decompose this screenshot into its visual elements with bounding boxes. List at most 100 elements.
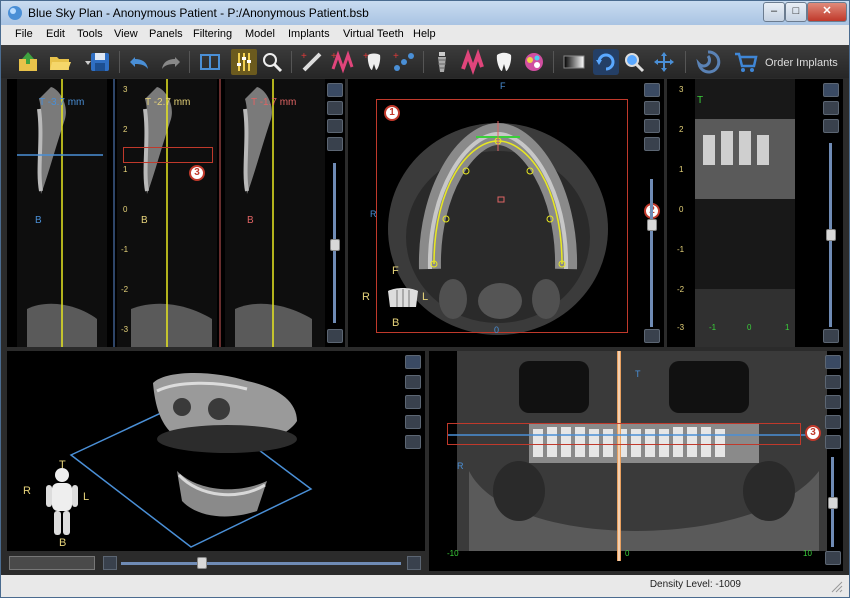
contrast-icon[interactable] (561, 49, 587, 75)
axial-origin-label: 0 (494, 325, 500, 335)
menu-file[interactable]: File (15, 28, 33, 40)
panoramic-slider-handle[interactable] (828, 497, 838, 509)
bone-view-button[interactable] (825, 395, 841, 409)
order-implants-link[interactable]: Order Implants (765, 57, 838, 69)
save-icon[interactable] (87, 49, 113, 75)
new-project-icon[interactable] (15, 49, 41, 75)
nerve-canal-icon[interactable] (459, 49, 485, 75)
menu-help[interactable]: Help (413, 28, 436, 40)
ruler-tick: 3 (123, 85, 128, 94)
coronal-slider-handle[interactable] (826, 229, 836, 241)
pan-icon[interactable] (651, 49, 677, 75)
add-tooth-icon[interactable]: + (361, 49, 387, 75)
panel-option-button[interactable] (644, 329, 660, 343)
zoom-icon[interactable] (621, 49, 647, 75)
tooth-view-button[interactable] (405, 435, 421, 449)
panel-option-button[interactable] (825, 355, 841, 369)
ruler-tick: 1 (123, 165, 128, 174)
menu-edit[interactable]: Edit (46, 28, 65, 40)
resize-grip-icon[interactable] (831, 581, 843, 593)
toolbar-separator (189, 51, 190, 73)
orient-right-label: R (362, 291, 370, 303)
bone-view-button[interactable] (405, 415, 421, 429)
panel-option-button[interactable] (823, 83, 839, 97)
tooth-icon[interactable] (491, 49, 517, 75)
render-preset-dropdown[interactable] (9, 556, 95, 570)
implant-icon[interactable] (429, 49, 455, 75)
toolbar-separator (119, 51, 120, 73)
panel-option-button[interactable] (644, 101, 660, 115)
3d-slider-handle[interactable] (197, 557, 207, 569)
close-button[interactable]: ✕ (807, 2, 847, 22)
draw-curve-icon[interactable]: + (329, 49, 355, 75)
callout-marker: 3 (805, 425, 821, 441)
open-recent-chevron-icon[interactable] (75, 49, 91, 75)
measure-tool-icon[interactable]: + (299, 49, 325, 75)
skull-view-button[interactable] (405, 395, 421, 409)
panoramic-view-panel[interactable]: 3 T R -10 0 10 (429, 351, 843, 571)
panel-option-button[interactable] (405, 355, 421, 369)
minimize-button[interactable]: – (763, 2, 785, 22)
panel-option-button[interactable] (823, 119, 839, 133)
3d-bottom-controls (9, 556, 421, 570)
panoramic-x-tick: 0 (625, 549, 630, 558)
panel-option-button[interactable] (327, 329, 343, 343)
menu-model[interactable]: Model (245, 28, 275, 40)
virtual-teeth-icon[interactable] (521, 49, 547, 75)
menu-filtering[interactable]: Filtering (193, 28, 232, 40)
panel-option-button[interactable] (825, 375, 841, 389)
section-1-label: T -3.7 mm (39, 97, 85, 108)
axial-view-panel[interactable]: 1 F R F R L B 0 2 (348, 79, 664, 347)
open-folder-icon[interactable] (47, 49, 73, 75)
panel-option-button[interactable] (825, 435, 841, 449)
menu-virtual-teeth[interactable]: Virtual Teeth (343, 28, 404, 40)
tooth-view-button[interactable] (644, 137, 660, 151)
slice-slider-handle[interactable] (330, 239, 340, 251)
panel-option-button[interactable] (327, 101, 343, 115)
shopping-cart-icon[interactable] (733, 49, 759, 75)
nerve-points-icon[interactable]: + (391, 49, 417, 75)
menu-tools[interactable]: Tools (77, 28, 103, 40)
panel-option-button[interactable] (825, 551, 841, 565)
panoramic-right-label: R (457, 461, 464, 471)
coronal-ruler-tick: -2 (677, 285, 685, 294)
panoramic-x-tick: -10 (447, 549, 459, 558)
3d-bottom-label: B (59, 537, 67, 549)
maximize-button[interactable]: □ (785, 2, 807, 22)
tooth-view-button[interactable] (825, 415, 841, 429)
callout-marker: 1 (384, 105, 400, 121)
redo-icon[interactable] (157, 49, 183, 75)
ruler-tick: 0 (123, 205, 128, 214)
tooth-view-button[interactable] (327, 119, 343, 133)
tooth-view-button[interactable] (823, 101, 839, 115)
axial-slider-track[interactable] (650, 179, 653, 327)
toolbar-separator (291, 51, 292, 73)
cross-section-panel[interactable]: T -3.7 mm T -2.7 mm T -1.7 mm B B B 3 2 … (7, 79, 345, 347)
panel-option-button[interactable] (644, 83, 660, 97)
svg-text:+: + (331, 51, 337, 62)
swirl-logo-icon[interactable] (695, 49, 721, 75)
3d-option-button[interactable] (103, 556, 117, 570)
axial-slider-handle[interactable] (647, 219, 657, 231)
3d-slider-track[interactable] (121, 562, 401, 565)
3d-view-panel[interactable]: R L T B (7, 351, 425, 551)
panel-option-button[interactable] (327, 83, 343, 97)
3d-option-button[interactable] (407, 556, 421, 570)
bone-view-button[interactable] (644, 119, 660, 133)
panoramic-top-label: T (635, 369, 641, 379)
menu-implants[interactable]: Implants (288, 28, 330, 40)
magnifier-icon[interactable] (259, 49, 285, 75)
panoramic-x-tick: 10 (803, 549, 812, 558)
rotate-icon[interactable] (593, 49, 619, 75)
menu-view[interactable]: View (114, 28, 138, 40)
callout-marker: 3 (189, 165, 205, 181)
section-1-bottom-label: B (35, 215, 42, 226)
panel-option-button[interactable] (823, 329, 839, 343)
menu-panels[interactable]: Panels (149, 28, 183, 40)
sliders-icon[interactable] (231, 49, 257, 75)
undo-icon[interactable] (127, 49, 153, 75)
coronal-view-panel[interactable]: T 3 2 1 0 -1 -2 -3 -1 0 1 (667, 79, 843, 347)
layout-panels-icon[interactable] (197, 49, 223, 75)
panel-option-button[interactable] (405, 375, 421, 389)
panel-option-button[interactable] (327, 137, 343, 151)
